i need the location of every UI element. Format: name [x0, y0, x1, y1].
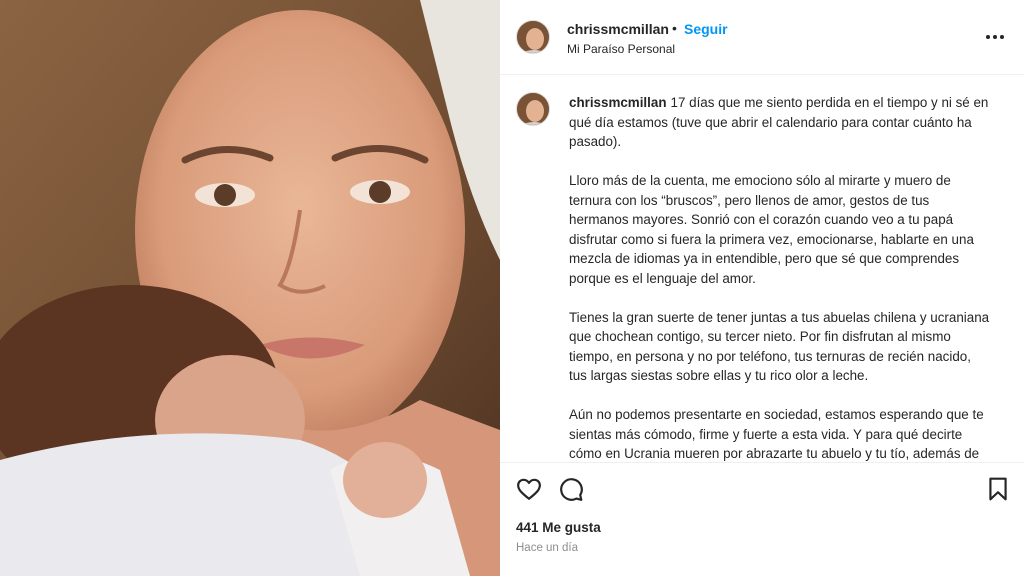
caption-paragraph-2: Lloro más de la cuenta, me emociono sólo…: [569, 173, 974, 286]
author-username[interactable]: chrissmcmillan: [567, 21, 669, 37]
likes-count[interactable]: 441 Me gusta: [516, 520, 601, 535]
caption-paragraph-3: Tienes la gran suerte de tener juntas a …: [569, 309, 990, 384]
post-location[interactable]: Mi Paraíso Personal: [567, 42, 675, 56]
caption-text: chrissmcmillan 17 días que me siento perd…: [569, 93, 991, 462]
caption-paragraph-4: Aún no podemos presentarte en sociedad, …: [569, 407, 984, 461]
heart-icon[interactable]: [516, 476, 542, 502]
post-header: chrissmcmillan • Seguir Mi Paraíso Perso…: [500, 0, 1024, 75]
post-panel: chrissmcmillan • Seguir Mi Paraíso Perso…: [500, 0, 1024, 577]
caption-username[interactable]: chrissmcmillan: [569, 95, 667, 110]
follow-button[interactable]: Seguir: [684, 21, 728, 37]
photo-illustration: [0, 0, 500, 576]
comment-icon[interactable]: [558, 476, 584, 502]
caption-avatar[interactable]: [516, 92, 550, 126]
caption-paragraph-1: chrissmcmillan 17 días que me siento perd…: [569, 95, 989, 149]
post-actions: 441 Me gusta Hace un día: [500, 462, 1024, 577]
more-options-icon[interactable]: [984, 26, 1006, 48]
post-timestamp[interactable]: Hace un día: [516, 542, 578, 554]
post-photo[interactable]: [0, 0, 500, 576]
separator-dot: •: [672, 20, 677, 36]
author-avatar[interactable]: [516, 20, 550, 54]
caption-scroll-area[interactable]: chrissmcmillan 17 días que me siento perd…: [500, 75, 1024, 462]
bookmark-icon[interactable]: [985, 476, 1011, 502]
